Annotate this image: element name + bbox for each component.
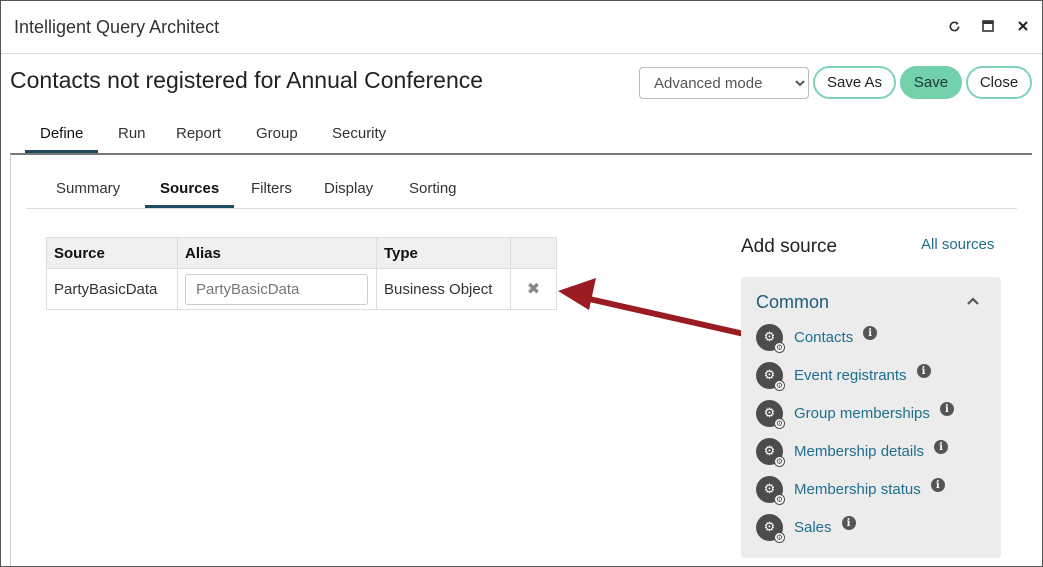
cell-alias <box>177 268 377 310</box>
define-content: Summary Sources Filters Display Sorting … <box>10 154 1033 566</box>
mode-select[interactable]: Advanced mode <box>639 67 809 99</box>
tab-run[interactable]: Run <box>118 125 146 152</box>
table-header-row: Source Alias Type <box>46 237 557 269</box>
subtab-display[interactable]: Display <box>324 180 373 207</box>
cell-source: PartyBasicData <box>46 268 178 310</box>
sub-tabs: Summary Sources Filters Display Sorting <box>26 172 1017 209</box>
list-item: ⚙ ⚙ Membership details i <box>756 436 949 467</box>
column-header-source: Source <box>46 237 178 269</box>
info-icon[interactable]: i <box>930 478 945 492</box>
window-title: Intelligent Query Architect <box>14 17 220 37</box>
close-icon[interactable] <box>1013 16 1033 36</box>
maximize-icon[interactable] <box>978 16 998 36</box>
common-sources-panel: Common ⚙ ⚙ Contacts i ⚙ ⚙ Event registrant… <box>741 277 1001 558</box>
gear-icon: ⚙ ⚙ <box>756 513 785 543</box>
info-icon[interactable]: i <box>841 516 856 530</box>
tab-group[interactable]: Group <box>256 125 298 152</box>
gear-icon: ⚙ ⚙ <box>756 475 785 505</box>
column-header-type: Type <box>376 237 511 269</box>
source-link-membership-status[interactable]: Membership status <box>794 481 921 498</box>
info-icon[interactable]: i <box>934 440 949 454</box>
title-bar: Intelligent Query Architect <box>1 1 1042 54</box>
tab-security[interactable]: Security <box>332 125 386 152</box>
source-link-membership-details[interactable]: Membership details <box>794 443 924 460</box>
subtab-sorting[interactable]: Sorting <box>409 180 457 207</box>
info-icon[interactable]: i <box>916 364 931 378</box>
source-link-sales[interactable]: Sales <box>794 519 832 536</box>
subtab-summary[interactable]: Summary <box>56 180 120 207</box>
chevron-up-icon[interactable] <box>966 293 980 309</box>
alias-input[interactable] <box>185 273 368 305</box>
common-group-title[interactable]: Common <box>756 292 829 313</box>
close-button[interactable]: Close <box>966 66 1032 99</box>
gear-icon: ⚙ ⚙ <box>756 323 785 353</box>
list-item: ⚙ ⚙ Sales i <box>756 512 856 543</box>
list-item: ⚙ ⚙ Contacts i <box>756 322 878 353</box>
source-link-event-registrants[interactable]: Event registrants <box>794 367 907 384</box>
info-icon[interactable]: i <box>863 326 878 340</box>
column-header-alias: Alias <box>177 237 377 269</box>
remove-x-icon[interactable]: ✖ <box>518 279 549 299</box>
list-item: ⚙ ⚙ Group memberships i <box>756 398 954 429</box>
source-link-group-memberships[interactable]: Group memberships <box>794 405 930 422</box>
info-icon[interactable]: i <box>939 402 954 416</box>
save-as-button[interactable]: Save As <box>813 66 896 99</box>
list-item: ⚙ ⚙ Event registrants i <box>756 360 931 391</box>
page-title: Contacts not registered for Annual Confe… <box>10 67 484 93</box>
all-sources-link[interactable]: All sources <box>921 236 994 253</box>
source-link-contacts[interactable]: Contacts <box>794 329 853 346</box>
gear-icon: ⚙ ⚙ <box>756 361 785 391</box>
table-row: PartyBasicData Business Object ✖ <box>46 268 557 310</box>
gear-icon: ⚙ ⚙ <box>756 399 785 429</box>
subtab-sources[interactable]: Sources <box>145 180 235 208</box>
tab-define[interactable]: Define <box>25 125 99 153</box>
refresh-icon[interactable] <box>944 16 964 36</box>
query-architect-window: Intelligent Query Architect Contacts not… <box>0 0 1043 567</box>
sources-table: Source Alias Type PartyBasicData Busines… <box>46 237 557 310</box>
save-button[interactable]: Save <box>900 66 962 99</box>
cell-type: Business Object <box>376 268 511 310</box>
main-tabs: Define Run Report Group Security <box>10 119 1032 155</box>
gear-icon: ⚙ ⚙ <box>756 437 785 467</box>
column-header-actions <box>510 237 557 269</box>
subtab-filters[interactable]: Filters <box>251 180 292 207</box>
cell-remove: ✖ <box>510 268 557 310</box>
add-source-title: Add source <box>741 236 838 257</box>
list-item: ⚙ ⚙ Membership status i <box>756 474 945 505</box>
tab-report[interactable]: Report <box>176 125 221 152</box>
